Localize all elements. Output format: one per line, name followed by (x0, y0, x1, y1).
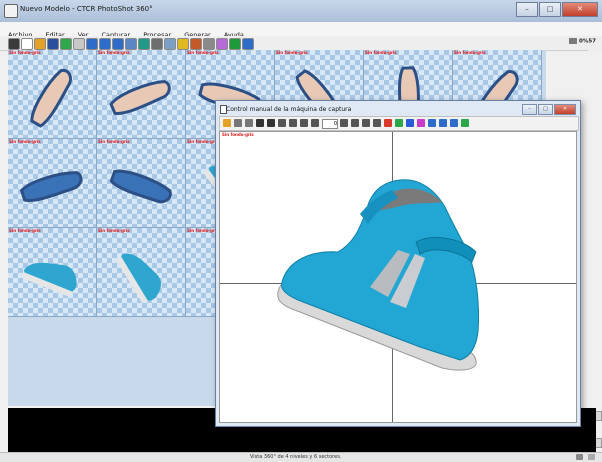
dialog-title-area: Control manual de la máquina de captura (220, 101, 470, 114)
dialog-window-controls: – □ ✕ (522, 104, 576, 115)
open-icon[interactable] (223, 119, 231, 127)
save-icon[interactable] (47, 38, 59, 50)
thumbnail-cell[interactable]: Sin fondo-gris (8, 50, 97, 139)
zoom-fit-icon[interactable] (112, 38, 124, 50)
shoe-sole (109, 80, 171, 115)
grid-layout-icon (569, 38, 577, 44)
window-controls: – □ ✕ (516, 2, 598, 17)
thumbnail-shoe-image (109, 80, 171, 115)
thumbnail-shoe-image (19, 171, 83, 203)
thumbnail-cell[interactable]: Sin fondo-gris (97, 228, 186, 317)
process-icon[interactable] (190, 38, 202, 50)
shoe-body (23, 262, 77, 293)
menu-bar: Archivo Editar Ver Capturar Procesar Gen… (0, 22, 602, 39)
thumbnail-cell[interactable]: Sin fondo-gris (97, 139, 186, 228)
main-toolbar: 0%57 (0, 36, 602, 51)
app-icon (4, 4, 18, 18)
toolbar-badge-text: 0%57 (579, 38, 596, 45)
zoom-in-icon[interactable] (86, 38, 98, 50)
toolbar-badge: 0%57 (569, 38, 596, 45)
capture-icon[interactable] (177, 38, 189, 50)
down-icon[interactable] (362, 119, 370, 127)
status-text: Vista 360° de 4 niveles y 6 sectores. (250, 454, 342, 460)
close-button[interactable]: ✕ (562, 2, 598, 17)
dialog-close-button[interactable]: ✕ (554, 104, 576, 115)
dialog-minimize-button[interactable]: – (522, 104, 537, 115)
minimize-button[interactable]: – (516, 2, 538, 17)
thumbnail-shoe-image (109, 169, 172, 204)
check-icon[interactable] (60, 38, 72, 50)
step-back-icon[interactable] (311, 119, 319, 127)
play-icon[interactable] (229, 38, 241, 50)
capture-control-dialog: Control manual de la máquina de captura … (215, 100, 581, 427)
right-scrollbar-area (588, 50, 602, 450)
cancel-icon[interactable] (73, 38, 85, 50)
resize-grip-icon (588, 454, 595, 460)
zoom-in-icon[interactable] (428, 119, 436, 127)
camera-flash-icon[interactable] (267, 119, 275, 127)
rotate-left-icon[interactable] (278, 119, 286, 127)
thumbnail-shoe-image (30, 68, 72, 128)
export-icon[interactable] (461, 119, 469, 127)
window-title: Nuevo Modelo - CTCR PhotoShot 360° (20, 5, 153, 13)
thumbnail-shoe-image (22, 262, 77, 297)
dialog-maximize-button[interactable]: □ (538, 104, 553, 115)
status-indicator-icon (576, 454, 583, 460)
stop-icon[interactable] (245, 119, 253, 127)
settings-icon[interactable] (164, 38, 176, 50)
light-blue-icon[interactable] (406, 119, 414, 127)
shoe-sole (19, 171, 83, 203)
light-red-icon[interactable] (384, 119, 392, 127)
maximize-button[interactable]: □ (539, 2, 561, 17)
zoom-out-icon[interactable] (439, 119, 447, 127)
step-forward-icon[interactable] (340, 119, 348, 127)
reset-icon[interactable] (300, 119, 308, 127)
camera-viewport[interactable]: Sin fondo-gris (219, 131, 577, 423)
step-counter-input[interactable]: 0 (322, 119, 338, 129)
help-icon[interactable] (242, 38, 254, 50)
grid-view-icon[interactable] (125, 38, 137, 50)
new-file-icon[interactable] (21, 38, 33, 50)
thumbnail-cell[interactable]: Sin fondo-gris (97, 50, 186, 139)
thumbnail-cell[interactable]: Sin fondo-gris (8, 139, 97, 228)
rotate-right-icon[interactable] (289, 119, 297, 127)
shoe-sole (109, 169, 172, 204)
camera-icon[interactable] (256, 119, 264, 127)
zoom-out-icon[interactable] (99, 38, 111, 50)
brush-icon[interactable] (203, 38, 215, 50)
zoom-fit-icon[interactable] (450, 119, 458, 127)
main-title-bar: Nuevo Modelo - CTCR PhotoShot 360° – □ ✕ (0, 0, 602, 23)
camera-icon[interactable] (151, 38, 163, 50)
light-color-icon[interactable] (417, 119, 425, 127)
thumbnail-cell[interactable]: Sin fondo-gris (8, 228, 97, 317)
dialog-title: Control manual de la máquina de captura (226, 106, 352, 113)
open-icon[interactable] (34, 38, 46, 50)
dialog-toolbar: 0 (219, 116, 579, 131)
rotate-icon[interactable] (138, 38, 150, 50)
thumbnail-shoe-image (116, 253, 161, 303)
shoe-sole (30, 68, 72, 128)
color-icon[interactable] (216, 38, 228, 50)
light-green-icon[interactable] (395, 119, 403, 127)
up-icon[interactable] (351, 119, 359, 127)
settings-icon[interactable] (373, 119, 381, 127)
sneaker-preview (277, 179, 479, 371)
open-folder-icon[interactable] (8, 38, 20, 50)
save-icon[interactable] (234, 119, 242, 127)
